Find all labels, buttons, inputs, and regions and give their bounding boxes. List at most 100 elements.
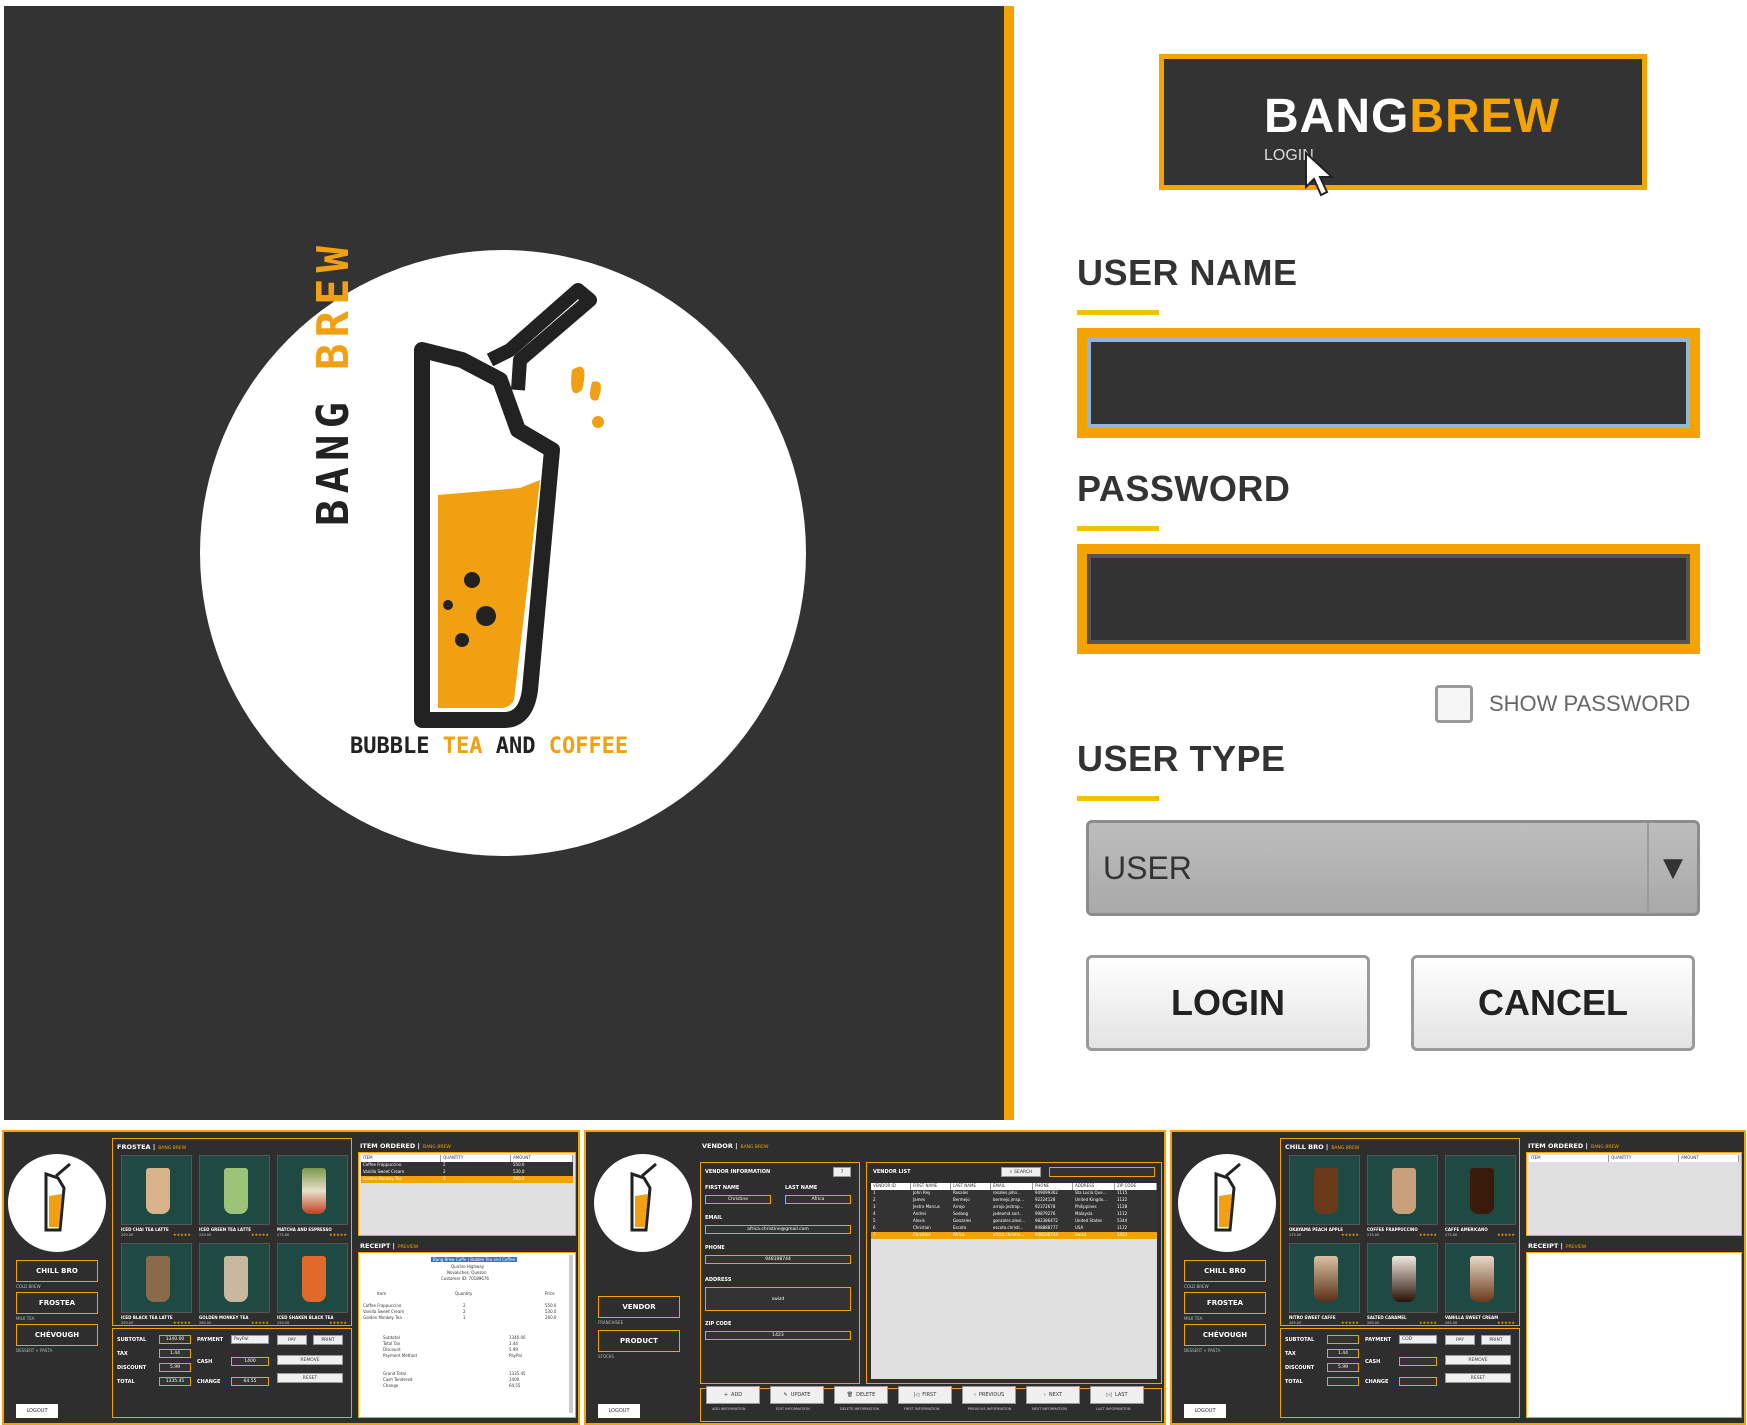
phone-field[interactable]: 948198744 (705, 1255, 851, 1264)
action-button-caption: DELETE INFORMATION (840, 1407, 880, 1411)
email-field[interactable]: africa.christine@gmail.com (705, 1225, 851, 1234)
cancel-button[interactable]: CANCEL (1411, 955, 1695, 1051)
search-button[interactable]: ⌕ SEARCH (1001, 1167, 1041, 1177)
product-card[interactable] (1289, 1243, 1360, 1313)
password-input[interactable] (1091, 558, 1686, 640)
next-button[interactable]: › NEXT (1026, 1386, 1080, 1404)
logout-button[interactable]: LOGOUT (598, 1404, 640, 1418)
subtotal-field[interactable]: 1340.00 (159, 1335, 191, 1344)
logout-button[interactable]: LOGOUT (16, 1404, 58, 1418)
action-button-label: PREVIOUS (978, 1392, 1005, 1398)
table-row[interactable]: 4 Andrei Sodang jadeomd.sod... 99879276 Malay… (871, 1211, 1157, 1218)
cash-field[interactable]: 1400 (231, 1357, 269, 1366)
pay-button[interactable]: PAY (1445, 1335, 1475, 1345)
table-row[interactable]: 7 Christine Africa africa.christin... 948198… (871, 1232, 1157, 1239)
username-input[interactable] (1091, 342, 1686, 424)
previous-button[interactable]: ‹ PREVIOUS (962, 1386, 1016, 1404)
payment-dropdown[interactable]: PayPal (231, 1335, 269, 1344)
table-row[interactable]: Coffee Frappuccino 2 550.0 (361, 1162, 573, 1169)
product-card[interactable] (1445, 1243, 1516, 1313)
receipt-title: RECEIPT | PREVIEW (360, 1242, 418, 1250)
discount-field[interactable]: 5.99 (1327, 1363, 1359, 1372)
vendor-table-header: VENDOR ID FIRST NAME LAST NAME EMAIL PHO… (871, 1183, 1157, 1190)
remove-button[interactable]: REMOVE (277, 1355, 343, 1365)
login-button[interactable]: LOGIN (1086, 955, 1370, 1051)
product-card[interactable] (1367, 1243, 1438, 1313)
reset-button[interactable]: RESET (1445, 1373, 1511, 1383)
search-input[interactable] (1049, 1167, 1155, 1177)
table-row[interactable]: 1 John Rey Rosales rosales.john... 949099362… (871, 1190, 1157, 1197)
product-card[interactable] (277, 1155, 348, 1225)
table-row[interactable]: Vanilla Sweet Cream 2 530.0 (361, 1169, 573, 1176)
first-button[interactable]: |◁ FIRST (898, 1386, 952, 1404)
table-row[interactable]: 5 Alexis Gonzales gonzales.alexi... 98238647… (871, 1218, 1157, 1225)
table-row[interactable]: 3 Jestro Marcus Arrojo arrojo.jestrop... 923… (871, 1204, 1157, 1211)
vendor-cell: 949099362 (1035, 1190, 1058, 1195)
nav-chill-bro[interactable]: CHILL BRO (1184, 1260, 1266, 1282)
vendor-cell: 948888777 (1035, 1225, 1058, 1230)
reset-button[interactable]: RESET (277, 1373, 343, 1383)
print-button[interactable]: PRINT (1481, 1335, 1511, 1345)
action-button-label: LAST (1114, 1392, 1128, 1398)
add-button[interactable]: + ADD (706, 1386, 760, 1404)
last-button[interactable]: ▷| LAST (1090, 1386, 1144, 1404)
receipt-col-qty: Quantity (455, 1291, 473, 1296)
address-field[interactable]: swizd (705, 1287, 851, 1311)
vendor-cell: africa.christin... (993, 1232, 1025, 1237)
pay-button[interactable]: PAY (277, 1335, 307, 1345)
tax-field[interactable]: 1.44 (159, 1349, 191, 1358)
vendor-cell: bermejo.jmsp... (993, 1197, 1025, 1202)
remove-button[interactable]: REMOVE (1445, 1355, 1511, 1365)
total-field[interactable] (1327, 1377, 1359, 1386)
bangbrew-logo: BANG BREW BUBBLE TEA AND COFFEE (200, 240, 806, 856)
order-item: Golden Monkey Tea (363, 1176, 402, 1181)
subtotal-field[interactable] (1327, 1335, 1359, 1344)
delete-button[interactable]: 🗑 DELETE (834, 1386, 888, 1404)
first-name-field[interactable]: Christine (705, 1195, 771, 1204)
nav-chill-bro[interactable]: CHILL BRO (16, 1260, 98, 1282)
vendor-cell: 5344 (1117, 1218, 1128, 1223)
last-name-field[interactable]: Africa (785, 1195, 851, 1204)
show-password-checkbox[interactable] (1435, 685, 1473, 723)
chevron-down-icon[interactable]: ▼ (1647, 823, 1697, 913)
receipt-subtitle: PREVIEW (397, 1245, 419, 1250)
nav-frostea[interactable]: FROSTEA (16, 1292, 98, 1314)
show-password-toggle[interactable]: SHOW PASSWORD (1435, 685, 1690, 723)
product-card[interactable] (277, 1243, 348, 1313)
product-card[interactable] (1367, 1155, 1438, 1225)
nav-frostea[interactable]: FROSTEA (1184, 1292, 1266, 1314)
logout-button[interactable]: LOGOUT (1184, 1404, 1226, 1418)
nav-vendor[interactable]: VENDOR (598, 1296, 680, 1318)
tax-field[interactable]: 1.44 (1327, 1349, 1359, 1358)
receipt-scrollbar[interactable] (569, 1255, 573, 1413)
print-button[interactable]: PRINT (313, 1335, 343, 1345)
product-card[interactable] (199, 1243, 270, 1313)
discount-field[interactable]: 5.99 (159, 1363, 191, 1372)
sidebar: CHILL BRO COLD BREW FROSTEA MILK TEA CHÉ… (4, 1132, 112, 1423)
user-type-dropdown[interactable]: USER ▼ (1086, 820, 1700, 916)
product-card[interactable] (1289, 1155, 1360, 1225)
order-col-amount: AMOUNT (1679, 1155, 1739, 1162)
payment-dropdown[interactable]: COD (1399, 1335, 1437, 1344)
zip-code-field[interactable]: 1423 (705, 1331, 851, 1340)
col-last-name: LAST NAME (951, 1183, 991, 1190)
table-row[interactable]: Golden Monkey Tea 1 260.0 (361, 1176, 573, 1183)
table-row[interactable]: 6 Christian Escoto escoto.christi... 9488887… (871, 1225, 1157, 1232)
update-button[interactable]: ✎ UPDATE (770, 1386, 824, 1404)
nav-chevough[interactable]: CHÉVOUGH (1184, 1324, 1266, 1346)
nav-chevough[interactable]: CHÉVOUGH (16, 1324, 98, 1346)
change-field[interactable]: 64.55 (231, 1377, 269, 1386)
order-amount: 530.0 (513, 1169, 525, 1174)
vendor-id-field[interactable]: 7 (833, 1167, 851, 1177)
nav-product[interactable]: PRODUCT (598, 1330, 680, 1352)
product-card[interactable] (121, 1155, 192, 1225)
product-card[interactable] (1445, 1155, 1516, 1225)
cash-field[interactable] (1399, 1357, 1437, 1366)
total-field[interactable]: 1335.45 (159, 1377, 191, 1386)
change-field[interactable] (1399, 1377, 1437, 1386)
table-row[interactable]: 2 James Bermejo bermejo.jmsp... 92224128 Unit… (871, 1197, 1157, 1204)
vendor-cell: Sodang (953, 1211, 969, 1216)
sidebar: CHILL BRO COLD BREW FROSTEA MILK TEA CHÉ… (1172, 1132, 1280, 1423)
product-card[interactable] (199, 1155, 270, 1225)
product-card[interactable] (121, 1243, 192, 1313)
